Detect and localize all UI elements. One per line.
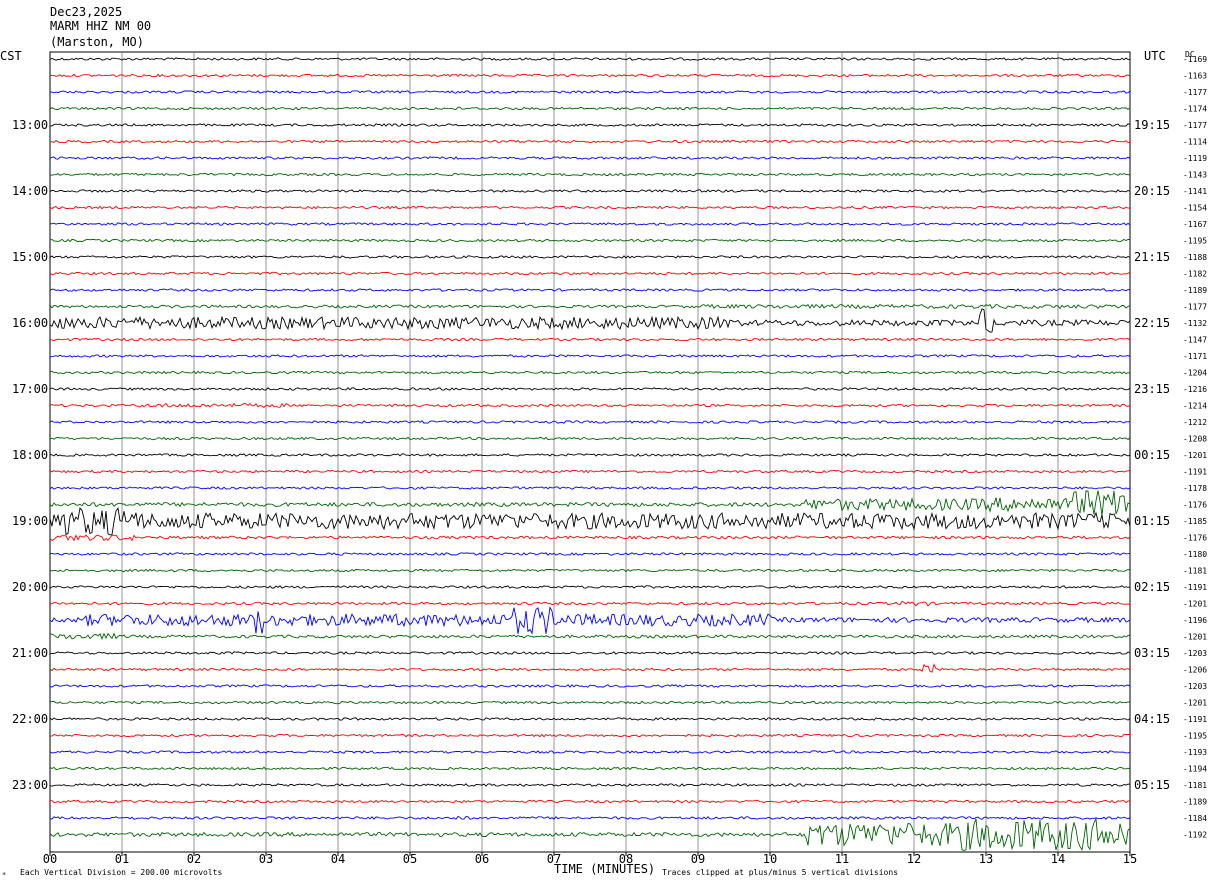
dc-offset-label: -1192 xyxy=(1183,831,1207,840)
x-tick-label: 15 xyxy=(1123,852,1137,866)
utc-time-label: 04:15 xyxy=(1134,712,1170,726)
dc-offset-label: -1181 xyxy=(1183,781,1207,790)
dc-offset-label: -1163 xyxy=(1183,72,1207,81)
dc-offset-label: -1191 xyxy=(1183,583,1207,592)
dc-offset-label: -1181 xyxy=(1183,567,1207,576)
dc-offset-label: -1177 xyxy=(1183,121,1207,130)
cst-time-label: 16:00 xyxy=(12,316,48,330)
x-tick-label: 02 xyxy=(187,852,201,866)
utc-time-label: 02:15 xyxy=(1134,580,1170,594)
dc-offset-label: -1193 xyxy=(1183,748,1207,757)
x-tick-label: 11 xyxy=(835,852,849,866)
cst-time-label: 17:00 xyxy=(12,382,48,396)
dc-offset-label: -1195 xyxy=(1183,732,1207,741)
dc-offset-labels: -1169 -1163 -1177 -1174 -1177 -1114 -1119 -1143… xyxy=(1183,55,1207,840)
utc-time-label: 00:15 xyxy=(1134,448,1170,462)
dc-offset-label: -1114 xyxy=(1183,138,1207,147)
dc-offset-label: -1203 xyxy=(1183,649,1207,658)
cst-time-label: 19:00 xyxy=(12,514,48,528)
dc-offset-label: -1154 xyxy=(1183,204,1207,213)
helicorder-chart: Dec23,2025 MARM HHZ NM 00 (Marston, MO) … xyxy=(0,5,1207,879)
cst-time-label: 13:00 xyxy=(12,118,48,132)
dc-offset-label: -1201 xyxy=(1183,600,1207,609)
dc-offset-label: -1177 xyxy=(1183,88,1207,97)
utc-time-label: 21:15 xyxy=(1134,250,1170,264)
cst-time-label: 14:00 xyxy=(12,184,48,198)
dc-offset-label: -1203 xyxy=(1183,682,1207,691)
utc-time-label: 20:15 xyxy=(1134,184,1170,198)
corner-mark: * xyxy=(2,871,6,879)
dc-offset-label: -1189 xyxy=(1183,286,1207,295)
dc-offset-label: -1216 xyxy=(1183,385,1207,394)
dc-offset-label: -1167 xyxy=(1183,220,1207,229)
dc-offset-label: -1204 xyxy=(1183,369,1207,378)
x-tick-label: 03 xyxy=(259,852,273,866)
left-axis-title: CST xyxy=(0,49,22,63)
x-tick-label: 10 xyxy=(763,852,777,866)
dc-offset-label: -1185 xyxy=(1183,517,1207,526)
station-location: (Marston, MO) xyxy=(50,35,144,49)
dc-offset-label: -1169 xyxy=(1183,55,1207,64)
cst-time-label: 15:00 xyxy=(12,250,48,264)
dc-offset-label: -1176 xyxy=(1183,534,1207,543)
dc-offset-label: -1184 xyxy=(1183,814,1207,823)
utc-time-label: 01:15 xyxy=(1134,514,1170,528)
x-tick-label: 09 xyxy=(691,852,705,866)
right-axis-title: UTC xyxy=(1144,49,1166,63)
dc-offset-label: -1196 xyxy=(1183,616,1207,625)
dc-offset-label: -1191 xyxy=(1183,715,1207,724)
dc-offset-label: -1201 xyxy=(1183,699,1207,708)
cst-time-labels: 13:00 14:00 15:00 16:00 17:00 18:00 19:00 20:00… xyxy=(12,118,48,792)
x-tick-label: 14 xyxy=(1051,852,1065,866)
utc-time-label: 03:15 xyxy=(1134,646,1170,660)
x-tick-label: 12 xyxy=(907,852,921,866)
dc-offset-label: -1180 xyxy=(1183,550,1207,559)
utc-time-label: 05:15 xyxy=(1134,778,1170,792)
utc-time-labels: 19:15 20:15 21:15 22:15 23:15 00:15 01:15 02:15… xyxy=(1134,118,1170,792)
utc-time-label: 23:15 xyxy=(1134,382,1170,396)
dc-offset-label: -1178 xyxy=(1183,484,1207,493)
dc-offset-label: -1201 xyxy=(1183,633,1207,642)
utc-time-label: 19:15 xyxy=(1134,118,1170,132)
dc-offset-label: -1176 xyxy=(1183,501,1207,510)
dc-offset-label: -1143 xyxy=(1183,171,1207,180)
x-tick-label: 13 xyxy=(979,852,993,866)
cst-time-label: 18:00 xyxy=(12,448,48,462)
scale-note: Each Vertical Division = 200.00 microvol… xyxy=(20,868,222,877)
dc-offset-label: -1194 xyxy=(1183,765,1207,774)
dc-offset-label: -1188 xyxy=(1183,253,1207,262)
dc-offset-label: -1208 xyxy=(1183,435,1207,444)
utc-time-label: 22:15 xyxy=(1134,316,1170,330)
dc-offset-label: -1206 xyxy=(1183,666,1207,675)
x-tick-label: 05 xyxy=(403,852,417,866)
dc-offset-label: -1182 xyxy=(1183,270,1207,279)
x-tick-label: 04 xyxy=(331,852,345,866)
dc-offset-label: -1201 xyxy=(1183,451,1207,460)
plot-frame xyxy=(49,51,1131,853)
cst-time-label: 23:00 xyxy=(12,778,48,792)
dc-offset-label: -1132 xyxy=(1183,319,1207,328)
dc-offset-label: -1195 xyxy=(1183,237,1207,246)
dc-offset-label: -1147 xyxy=(1183,336,1207,345)
dc-offset-label: -1189 xyxy=(1183,798,1207,807)
x-tick-label: 00 xyxy=(43,852,57,866)
dc-offset-label: -1214 xyxy=(1183,402,1207,411)
x-tick-label: 06 xyxy=(475,852,489,866)
dc-offset-label: -1174 xyxy=(1183,105,1207,114)
dc-offset-label: -1119 xyxy=(1183,154,1207,163)
dc-offset-label: -1171 xyxy=(1183,352,1207,361)
record-date: Dec23,2025 xyxy=(50,5,122,19)
cst-time-label: 20:00 xyxy=(12,580,48,594)
dc-offset-label: -1212 xyxy=(1183,418,1207,427)
x-tick-label: 01 xyxy=(115,852,129,866)
cst-time-label: 21:00 xyxy=(12,646,48,660)
dc-offset-label: -1141 xyxy=(1183,187,1207,196)
dc-offset-label: -1191 xyxy=(1183,468,1207,477)
dc-offset-label: -1177 xyxy=(1183,303,1207,312)
station-channel: MARM HHZ NM 00 xyxy=(50,19,151,33)
x-axis-title: TIME (MINUTES) xyxy=(554,862,655,876)
cst-time-label: 22:00 xyxy=(12,712,48,726)
clip-note: Traces clipped at plus/minus 5 vertical … xyxy=(662,868,898,877)
